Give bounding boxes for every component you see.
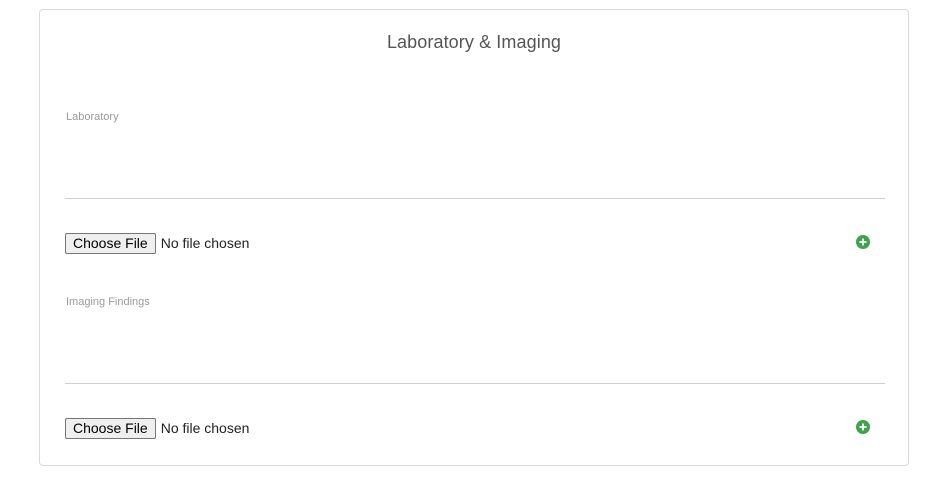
imaging-findings-label: Imaging Findings	[66, 296, 150, 308]
laboratory-file-status: No file chosen	[160, 235, 250, 251]
laboratory-file-input[interactable]: Choose File No file chosen	[65, 232, 249, 254]
laboratory-textarea[interactable]	[65, 143, 885, 199]
imaging-findings-textarea[interactable]	[65, 328, 885, 384]
laboratory-add-button[interactable]	[856, 235, 870, 249]
imaging-choose-file-button[interactable]: Choose File	[65, 417, 156, 439]
imaging-file-status: No file chosen	[160, 420, 250, 436]
laboratory-choose-file-button[interactable]: Choose File	[65, 232, 156, 254]
plus-circle-icon	[859, 423, 867, 431]
laboratory-label: Laboratory	[66, 111, 119, 123]
section-title: Laboratory & Imaging	[386, 32, 562, 52]
laboratory-imaging-card: Laboratory & Imaging Laboratory Choose F…	[39, 9, 909, 466]
imaging-add-button[interactable]	[856, 420, 870, 434]
imaging-file-input[interactable]: Choose File No file chosen	[65, 417, 249, 439]
plus-circle-icon	[859, 238, 867, 246]
